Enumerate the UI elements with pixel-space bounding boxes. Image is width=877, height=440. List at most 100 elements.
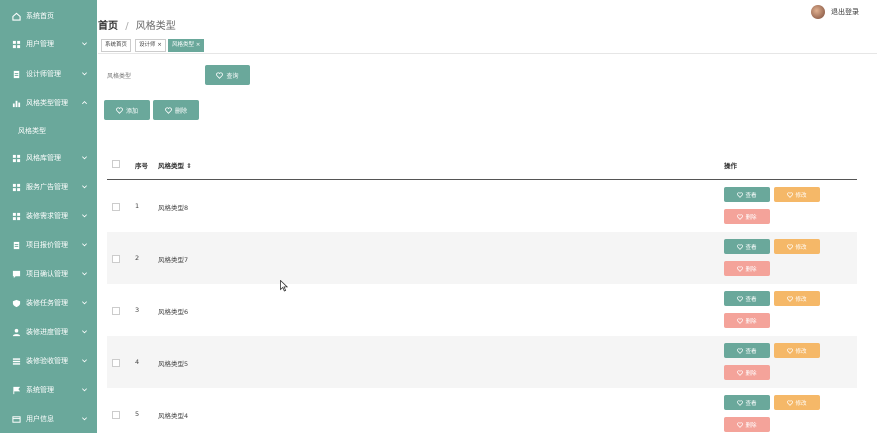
grid-icon <box>11 211 21 221</box>
search-input[interactable] <box>103 66 203 86</box>
view-button[interactable]: 查看 <box>724 291 770 306</box>
delete-button[interactable]: 删除 <box>724 209 770 224</box>
sidebar-item[interactable]: 风格库管理 <box>0 144 97 172</box>
sidebar-item[interactable]: 装修进度管理 <box>0 318 97 346</box>
row-index: 1 <box>135 202 140 210</box>
edit-button[interactable]: 修改 <box>774 291 820 306</box>
chat-icon <box>11 269 21 279</box>
edit-label: 修改 <box>795 400 807 407</box>
delete-button[interactable]: 删除 <box>724 261 770 276</box>
delete-label: 删除 <box>745 370 757 377</box>
add-label: 添加 <box>125 107 138 115</box>
chevron-down-icon <box>81 212 89 220</box>
table-row: 1 风格类型8 查看 修改 删除 <box>107 180 857 232</box>
chevron-down-icon <box>81 70 89 78</box>
table-row: 4 风格类型5 查看 修改 删除 <box>107 336 857 388</box>
heart-icon <box>787 347 794 354</box>
delete-button[interactable]: 删除 <box>724 313 770 328</box>
view-label: 查看 <box>745 348 757 355</box>
sidebar-item[interactable]: 用户信息 <box>0 405 97 433</box>
delete-label: 删除 <box>745 422 757 429</box>
sidebar-item-label: 装修需求管理 <box>26 212 68 220</box>
delete-button[interactable]: 删除 <box>724 417 770 432</box>
heart-icon <box>165 107 172 114</box>
row-style: 风格类型7 <box>158 256 189 264</box>
sidebar-item[interactable]: 风格类型管理 <box>0 89 97 117</box>
sidebar-item[interactable]: 项目报价管理 <box>0 231 97 259</box>
sidebar-item[interactable]: 设计师管理 <box>0 60 97 88</box>
breadcrumb-separator: / <box>125 21 129 32</box>
delete-button[interactable]: 删除 <box>724 365 770 380</box>
batch-delete-button[interactable]: 删除 <box>153 100 199 120</box>
view-button[interactable]: 查看 <box>724 395 770 410</box>
edit-button[interactable]: 修改 <box>774 395 820 410</box>
batch-delete-label: 删除 <box>174 107 187 115</box>
sidebar-item[interactable]: 装修验收管理 <box>0 347 97 375</box>
tab-designer[interactable]: 设计师 × <box>135 39 166 52</box>
chevron-down-icon <box>81 154 89 162</box>
sidebar-item[interactable]: 系统首页 <box>0 2 97 30</box>
sidebar-item[interactable]: 用户管理 <box>0 30 97 58</box>
sidebar-item-label: 系统首页 <box>26 12 54 20</box>
tab-style-type[interactable]: 风格类型 × <box>168 39 205 52</box>
sidebar-item-label: 风格类型管理 <box>26 99 68 107</box>
heart-icon <box>787 243 794 250</box>
tab-home[interactable]: 系统首页 <box>101 39 132 52</box>
sidebar-item[interactable]: 风格类型 <box>0 117 97 145</box>
query-button[interactable]: 查询 <box>205 65 250 85</box>
table-header: 序号 风格类型 ⇕ 操作 <box>107 149 857 180</box>
row-index: 3 <box>135 306 140 314</box>
row-index: 2 <box>135 254 140 262</box>
heart-icon <box>737 369 744 376</box>
row-checkbox[interactable] <box>112 203 120 211</box>
add-button[interactable]: 添加 <box>104 100 150 120</box>
table-row: 5 风格类型4 查看 修改 删除 <box>107 388 857 440</box>
edit-button[interactable]: 修改 <box>774 343 820 358</box>
row-checkbox[interactable] <box>112 255 120 263</box>
delete-label: 删除 <box>745 318 757 325</box>
view-label: 查看 <box>745 296 757 303</box>
card-icon <box>11 414 21 424</box>
sidebar-item[interactable]: 服务广告管理 <box>0 173 97 201</box>
chevron-down-icon <box>81 40 89 48</box>
grid-icon <box>11 39 21 49</box>
chevron-down-icon <box>81 357 89 365</box>
row-checkbox[interactable] <box>112 411 120 419</box>
avatar[interactable] <box>811 5 825 19</box>
heart-icon <box>737 191 744 198</box>
select-all-checkbox[interactable] <box>112 160 120 168</box>
heart-icon <box>737 399 744 406</box>
heart-icon <box>737 243 744 250</box>
header-style[interactable]: 风格类型 ⇕ <box>158 160 192 170</box>
sidebar: 系统首页用户管理设计师管理风格类型管理风格类型风格库管理服务广告管理装修需求管理… <box>0 0 97 433</box>
delete-label: 删除 <box>745 266 757 273</box>
sidebar-item[interactable]: 系统管理 <box>0 376 97 404</box>
logout-link[interactable]: 退出登录 <box>831 7 859 17</box>
heart-icon <box>116 107 123 114</box>
view-button[interactable]: 查看 <box>724 239 770 254</box>
chevron-down-icon <box>81 241 89 249</box>
row-checkbox[interactable] <box>112 359 120 367</box>
sidebar-item-label: 用户管理 <box>26 40 54 48</box>
view-button[interactable]: 查看 <box>724 187 770 202</box>
edit-button[interactable]: 修改 <box>774 187 820 202</box>
heart-icon <box>216 72 224 79</box>
heart-icon <box>787 191 794 198</box>
user-menu[interactable]: 退出登录 <box>811 5 859 19</box>
chevron-down-icon <box>81 299 89 307</box>
sidebar-item-label: 风格类型 <box>18 127 46 135</box>
breadcrumb-home[interactable]: 首页 <box>98 21 118 32</box>
sidebar-item[interactable]: 装修任务管理 <box>0 289 97 317</box>
edit-button[interactable]: 修改 <box>774 239 820 254</box>
row-index: 4 <box>135 358 140 366</box>
view-button[interactable]: 查看 <box>724 343 770 358</box>
doc-icon <box>11 69 21 79</box>
sidebar-item-label: 风格库管理 <box>26 154 61 162</box>
heart-icon <box>787 295 794 302</box>
sidebar-item[interactable]: 装修需求管理 <box>0 202 97 230</box>
row-checkbox[interactable] <box>112 307 120 315</box>
grid-icon <box>11 182 21 192</box>
chevron-down-icon <box>81 386 89 394</box>
heart-icon <box>737 317 744 324</box>
sidebar-item[interactable]: 项目确认管理 <box>0 260 97 288</box>
